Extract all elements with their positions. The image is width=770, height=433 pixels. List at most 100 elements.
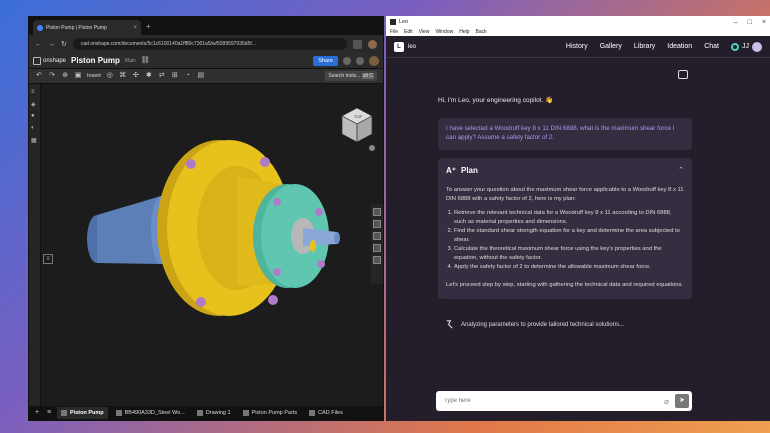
leo-menubar: File Edit View Window Help Back <box>386 28 770 36</box>
search-tools-input[interactable]: Search tools... alt C <box>325 71 377 81</box>
forward-icon[interactable]: → <box>48 41 55 48</box>
plan-steps: Retrieve the relevant technical data for… <box>446 209 684 272</box>
panel-icon-2[interactable] <box>373 220 381 228</box>
share-button[interactable]: Share <box>313 55 338 66</box>
slider-icon[interactable]: ⇄ <box>158 72 166 80</box>
flange-bolt[interactable] <box>260 157 270 167</box>
extension-icon[interactable] <box>353 39 362 49</box>
close-tab-icon[interactable]: × <box>133 25 137 31</box>
tab-list-icon[interactable]: ≡ <box>45 409 53 417</box>
flange-bolt[interactable] <box>186 159 196 169</box>
leo-navbar: L leo History Gallery Library Ideation C… <box>386 36 770 58</box>
link-icon[interactable]: ⛓ <box>141 57 150 65</box>
new-tab-button[interactable]: + <box>146 22 151 31</box>
menu-view[interactable]: View <box>419 29 430 35</box>
tab-cad-files[interactable]: CAD Files <box>305 407 347 419</box>
profile-icon[interactable] <box>368 39 377 49</box>
leo-logo-icon: L <box>394 41 404 52</box>
flange-bolt[interactable] <box>196 297 206 307</box>
branch-label[interactable]: Main <box>125 58 136 64</box>
comments-icon[interactable]: ● <box>31 113 38 120</box>
back-icon[interactable]: ← <box>35 41 42 48</box>
left-panel-strip: ≡ ◈ ● ◐ ▦ <box>29 84 41 406</box>
attach-icon[interactable]: ⌀ <box>664 397 669 406</box>
onshape-logo[interactable]: onshape <box>33 56 66 65</box>
appearance-icon[interactable]: ◐ <box>31 125 38 132</box>
panel-icon-3[interactable] <box>373 232 381 240</box>
user-menu[interactable]: JJ <box>731 41 762 52</box>
menu-window[interactable]: Window <box>435 29 453 35</box>
feature-list-icon[interactable]: ≡ <box>31 89 38 96</box>
browser-tab[interactable]: Piston Pump | Piston Pump × <box>33 20 141 35</box>
leo-app-icon <box>390 19 396 25</box>
chat-input[interactable] <box>444 398 665 404</box>
insert-icon[interactable]: ▣ <box>74 72 82 80</box>
close-icon[interactable]: × <box>762 19 766 26</box>
nav-ideation[interactable]: Ideation <box>667 43 692 50</box>
plus-circle-icon[interactable]: ⊕ <box>61 72 69 80</box>
parts-icon[interactable]: ◈ <box>31 101 38 108</box>
maximize-icon[interactable]: □ <box>748 19 752 26</box>
panel-icon-4[interactable] <box>373 244 381 252</box>
undo-icon[interactable]: ↶ <box>35 72 43 80</box>
assembly-icon <box>61 410 67 416</box>
flange-bolt[interactable] <box>268 295 278 305</box>
tab-drawing[interactable]: Drawing 1 <box>193 407 235 419</box>
pattern-icon[interactable]: ⊞ <box>171 72 179 80</box>
nav-library[interactable]: Library <box>634 43 655 50</box>
menu-back[interactable]: Back <box>476 29 487 35</box>
cap-bolt[interactable] <box>273 198 281 206</box>
plan-title: Plan <box>461 165 478 175</box>
minimize-icon[interactable]: – <box>734 19 738 26</box>
measure-icon[interactable]: ◔ <box>184 72 192 80</box>
revolute-icon[interactable]: ✱ <box>145 72 153 80</box>
onshape-toolbar: ↶ ↷ ⊕ ▣ Insert ◎ ⌘ ✣ ✱ ⇄ ⊞ ◔ ▤ Search to… <box>29 69 383 84</box>
menu-icon <box>33 56 41 65</box>
new-chat-icon[interactable] <box>678 70 688 79</box>
assistant-greeting: Hi, I'm Leo, your engineering copilot. 👋 <box>438 97 554 104</box>
reload-icon[interactable]: ↻ <box>61 40 67 48</box>
plan-step: Retrieve the relevant technical data for… <box>454 209 684 227</box>
chevron-up-icon[interactable]: ⌃ <box>678 166 684 177</box>
properties-icon[interactable]: ▦ <box>31 137 38 144</box>
add-tab-icon[interactable]: + <box>33 409 41 417</box>
browser-window: Piston Pump | Piston Pump × + ← → ↻ cad.… <box>28 16 384 421</box>
url-field[interactable]: cad.onshape.com/documents/5c1c6100140a1f… <box>72 38 347 50</box>
section-icon[interactable]: ▤ <box>197 72 205 80</box>
menu-help[interactable]: Help <box>459 29 469 35</box>
mate-icon[interactable]: ◎ <box>106 72 114 80</box>
nav-chat[interactable]: Chat <box>704 43 719 50</box>
cap-bolt[interactable] <box>317 260 325 268</box>
redo-icon[interactable]: ↷ <box>48 72 56 80</box>
document-name[interactable]: Piston Pump <box>71 56 120 65</box>
tab-piston-pump-parts[interactable]: Piston Pump Parts <box>239 407 302 419</box>
menu-edit[interactable]: Edit <box>404 29 413 35</box>
tab-piston-pump[interactable]: Piston Pump <box>57 407 108 419</box>
plan-intro: To answer your question about the maximu… <box>446 187 684 203</box>
plan-card: A⁺ Plan ⌃ To answer your question about … <box>438 157 692 300</box>
cap-bolt[interactable] <box>273 268 281 276</box>
send-button[interactable]: ➤ <box>675 394 689 408</box>
settings-icon[interactable] <box>343 56 351 65</box>
insert-button[interactable]: Insert <box>87 73 101 79</box>
transform-icon[interactable]: ✣ <box>132 72 140 80</box>
leo-brand[interactable]: L leo <box>394 41 416 52</box>
user-avatar[interactable] <box>369 55 379 66</box>
help-icon[interactable] <box>356 56 364 65</box>
panel-icon-5[interactable] <box>373 256 381 264</box>
tab-steel-woodruff[interactable]: BB490A33D_Steel Wo... <box>112 407 189 419</box>
part-studio-icon <box>115 410 122 416</box>
plan-header[interactable]: A⁺ Plan ⌃ <box>446 165 684 177</box>
cad-viewport[interactable]: ≡ ◈ ● ◐ ▦ TOP ≡ <box>29 84 383 406</box>
chat-input-box: ⌀ ➤ <box>436 391 692 411</box>
nav-gallery[interactable]: Gallery <box>600 43 622 50</box>
piston-pump-model[interactable] <box>41 104 384 334</box>
nav-history[interactable]: History <box>566 43 588 50</box>
fasten-icon[interactable]: ⌘ <box>119 72 127 80</box>
panel-icon-1[interactable] <box>373 208 381 216</box>
instance-list-icon[interactable]: ≡ <box>43 254 53 264</box>
window-controls: – □ × <box>734 19 766 26</box>
cap-bolt[interactable] <box>315 208 323 216</box>
menu-file[interactable]: File <box>390 29 398 35</box>
address-bar-row: ← → ↻ cad.onshape.com/documents/5c1c6100… <box>29 35 383 53</box>
